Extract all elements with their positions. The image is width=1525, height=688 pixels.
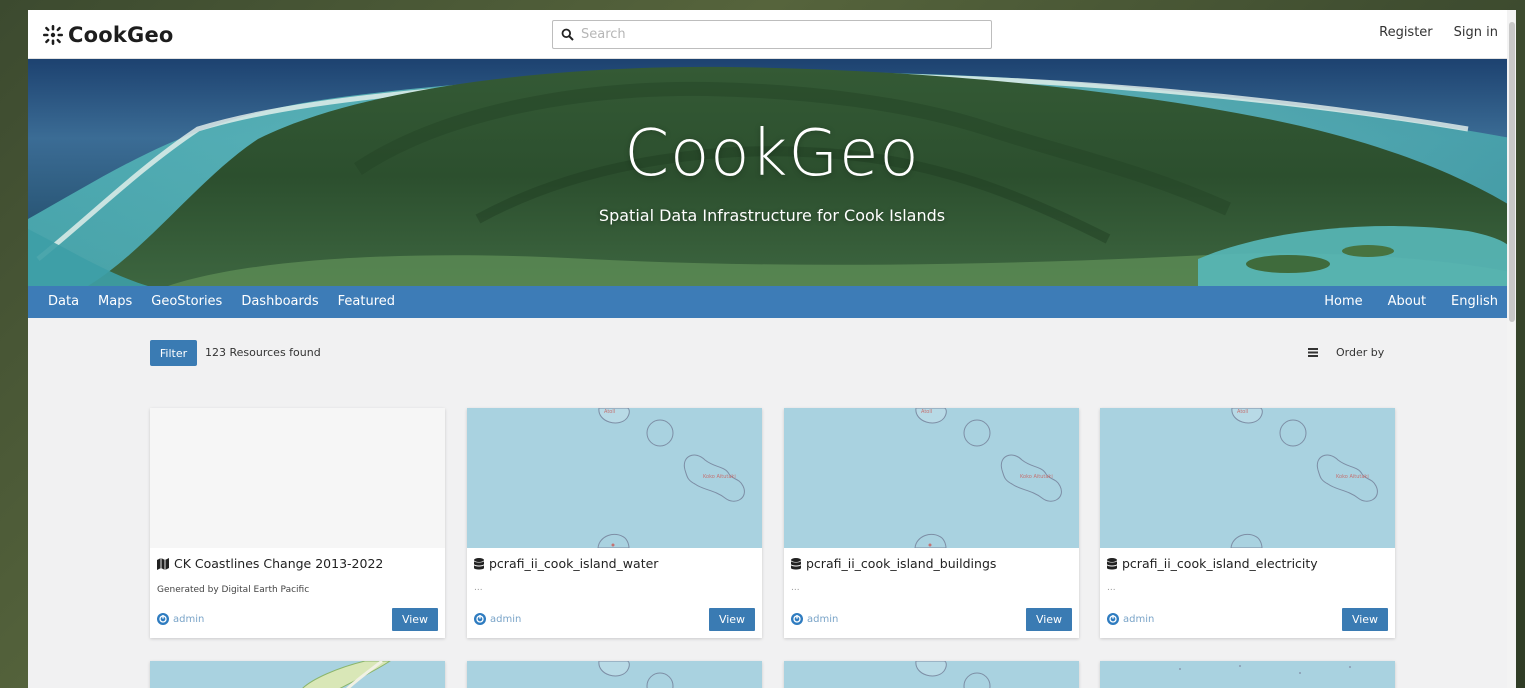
- card-description: ...: [791, 583, 800, 593]
- nav-item-maps[interactable]: Maps: [98, 294, 132, 309]
- results-count: 123 Resources found: [205, 346, 321, 359]
- browser-page: CookGeo Register Sign in: [28, 10, 1516, 688]
- search-box[interactable]: [552, 20, 992, 49]
- resource-card[interactable]: Atoll Koko Aitutaki pcrafi_ii_cook_islan…: [784, 408, 1079, 638]
- search-input[interactable]: [581, 22, 981, 47]
- user-avatar-icon: [1107, 613, 1119, 625]
- card-description: ...: [1107, 583, 1116, 593]
- user-avatar-icon: [791, 613, 803, 625]
- hero-subtitle: Spatial Data Infrastructure for Cook Isl…: [598, 206, 946, 225]
- card-title[interactable]: pcrafi_ii_cook_island_buildings: [791, 556, 996, 571]
- card-owner[interactable]: admin: [157, 613, 204, 625]
- map-thumbnail: [784, 661, 1079, 688]
- language-selector[interactable]: English: [1451, 294, 1498, 309]
- map-label: Atoll: [604, 409, 615, 415]
- map-label: Koko Aitutaki: [1336, 474, 1369, 480]
- logo-text: CookGeo: [68, 23, 174, 47]
- map-thumbnail: [150, 661, 445, 688]
- user-avatar-icon: [474, 613, 486, 625]
- map-label: Atoll: [1237, 409, 1248, 415]
- nav-item-featured[interactable]: Featured: [338, 294, 395, 309]
- card-thumbnail[interactable]: Atoll Koko Aitutaki: [467, 408, 762, 548]
- user-avatar-icon: [157, 613, 169, 625]
- cookgeo-logo-icon: [43, 25, 63, 45]
- main-nav: Data Maps GeoStories Dashboards Featured…: [28, 286, 1516, 318]
- view-button[interactable]: View: [1026, 608, 1072, 631]
- order-by-control[interactable]: Order by: [1308, 346, 1384, 359]
- top-header: CookGeo Register Sign in: [28, 10, 1516, 59]
- resource-card[interactable]: Atoll Koko Aitutaki pcrafi_ii_cook_islan…: [467, 408, 762, 638]
- resource-card[interactable]: Atoll Koko Aitutaki pcrafi_ii_cook_islan…: [1100, 408, 1395, 638]
- map-thumbnail: Atoll Koko Aitutaki: [467, 408, 762, 548]
- card-thumbnail[interactable]: [150, 408, 445, 548]
- hero-title: CookGeo: [624, 117, 920, 191]
- card-owner[interactable]: admin: [1107, 613, 1154, 625]
- map-thumbnail: [1100, 661, 1395, 688]
- view-button[interactable]: View: [1342, 608, 1388, 631]
- page-scrollbar[interactable]: [1507, 10, 1516, 688]
- map-thumbnail: [467, 661, 762, 688]
- map-thumbnail: Atoll Koko Aitutaki: [1100, 408, 1395, 548]
- auth-links: Register Sign in: [1379, 25, 1498, 40]
- signin-link[interactable]: Sign in: [1454, 25, 1498, 40]
- card-title[interactable]: CK Coastlines Change 2013-2022: [157, 556, 383, 571]
- resource-card-thumbnail[interactable]: [150, 661, 445, 688]
- card-thumbnail[interactable]: Atoll Koko Aitutaki: [1100, 408, 1395, 548]
- resource-card[interactable]: CK Coastlines Change 2013-2022 Generated…: [150, 408, 445, 638]
- card-title[interactable]: pcrafi_ii_cook_island_electricity: [1107, 556, 1318, 571]
- list-view-icon[interactable]: [1308, 348, 1318, 357]
- nav-item-about[interactable]: About: [1388, 294, 1426, 309]
- card-description: ...: [474, 583, 483, 593]
- nav-item-dashboards[interactable]: Dashboards: [241, 294, 318, 309]
- database-icon: [474, 557, 484, 569]
- nav-item-data[interactable]: Data: [48, 294, 79, 309]
- hero-banner: CookGeo Spatial Data Infrastructure for …: [28, 59, 1516, 286]
- search-icon: [553, 21, 581, 48]
- map-label: Atoll: [921, 409, 932, 415]
- map-label: Koko Aitutaki: [1020, 474, 1053, 480]
- order-by-label[interactable]: Order by: [1336, 346, 1384, 359]
- view-button[interactable]: View: [392, 608, 438, 631]
- resource-card-thumbnail[interactable]: [1100, 661, 1395, 688]
- register-link[interactable]: Register: [1379, 25, 1433, 40]
- map-icon: [157, 557, 169, 570]
- database-icon: [1107, 557, 1117, 569]
- logo[interactable]: CookGeo: [42, 21, 174, 49]
- card-description: Generated by Digital Earth Pacific: [157, 585, 310, 595]
- resource-card-thumbnail[interactable]: [784, 661, 1079, 688]
- nav-item-home[interactable]: Home: [1324, 294, 1362, 309]
- card-owner[interactable]: admin: [791, 613, 838, 625]
- resource-card-thumbnail[interactable]: [467, 661, 762, 688]
- card-owner[interactable]: admin: [474, 613, 521, 625]
- filter-button[interactable]: Filter: [150, 340, 197, 366]
- map-thumbnail: Atoll Koko Aitutaki: [784, 408, 1079, 548]
- scrollbar-thumb[interactable]: [1509, 22, 1515, 322]
- map-label: Koko Aitutaki: [703, 474, 736, 480]
- database-icon: [791, 557, 801, 569]
- card-thumbnail[interactable]: Atoll Koko Aitutaki: [784, 408, 1079, 548]
- view-button[interactable]: View: [709, 608, 755, 631]
- nav-item-geostories[interactable]: GeoStories: [151, 294, 222, 309]
- card-title[interactable]: pcrafi_ii_cook_island_water: [474, 556, 658, 571]
